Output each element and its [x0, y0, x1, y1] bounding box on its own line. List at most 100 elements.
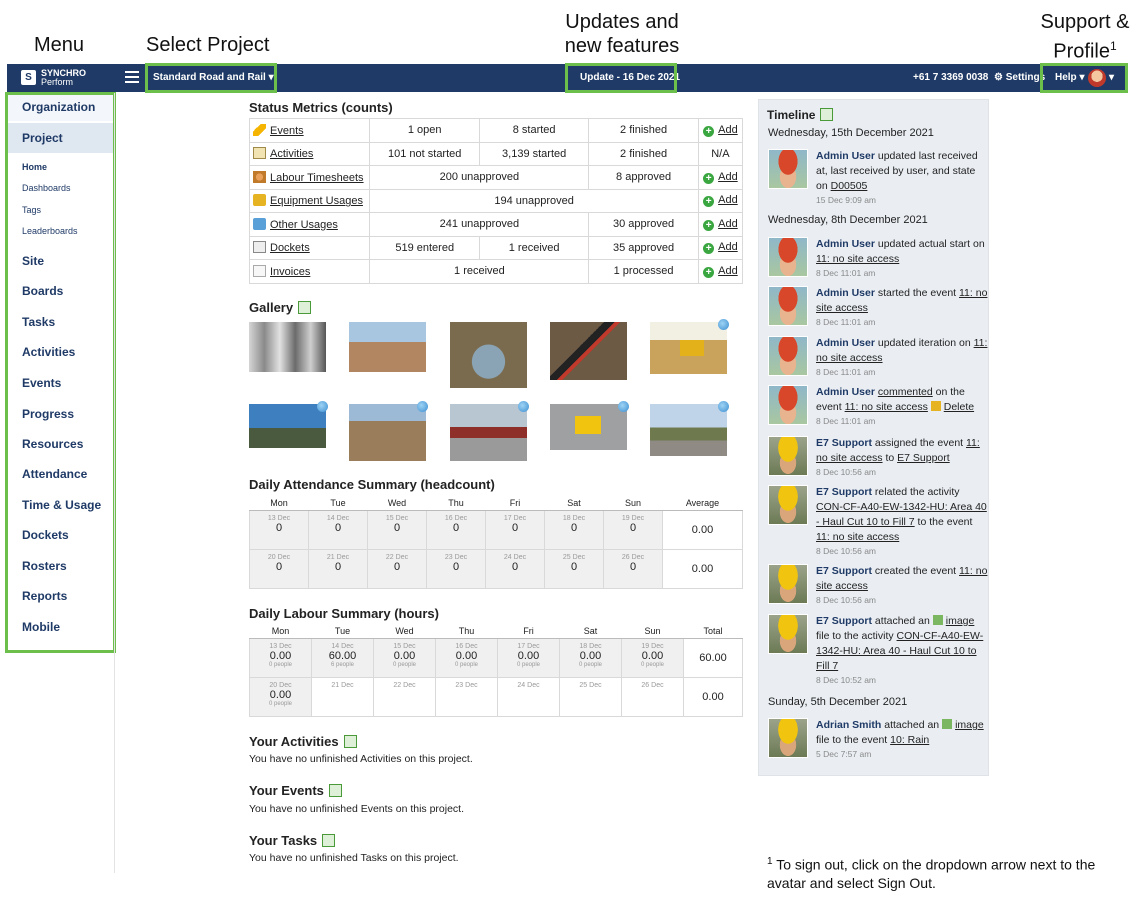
timeline-link[interactable]: image: [946, 615, 975, 627]
user-avatar[interactable]: [768, 237, 808, 277]
board-icon[interactable]: [322, 834, 336, 847]
timeline-user[interactable]: Admin User: [816, 287, 875, 299]
table-row: Events 1 open 8 started 2 finished + Add: [248, 118, 744, 143]
day-cell: 13 Dec 0: [249, 509, 309, 550]
gallery-image[interactable]: [550, 401, 629, 450]
add-cell: + Add: [697, 165, 744, 190]
gallery-image[interactable]: [650, 319, 729, 374]
user-avatar[interactable]: [768, 485, 808, 525]
people-count: 0 people: [516, 661, 541, 668]
hours-value: 60.00: [328, 649, 357, 662]
add-icon: +: [703, 125, 715, 137]
day-cell: 21 Dec: [311, 676, 374, 717]
gallery-image[interactable]: [550, 322, 627, 380]
gallery-image[interactable]: [349, 401, 428, 461]
timeline-user[interactable]: Admin User: [816, 150, 875, 162]
user-avatar[interactable]: [768, 149, 808, 189]
hours-value: 0.00: [579, 649, 602, 662]
metric-link-dockets[interactable]: Dockets: [270, 242, 310, 254]
gallery-image[interactable]: [450, 401, 529, 461]
settings-link[interactable]: ⚙ Settings: [994, 72, 1045, 83]
timeline-user[interactable]: E7 Support: [816, 437, 872, 449]
gallery-image[interactable]: [650, 401, 729, 456]
day-cell: 26 Dec 0: [603, 548, 663, 589]
timeline-link[interactable]: 11: no site access: [816, 253, 899, 265]
date-label: 23 Dec: [444, 553, 468, 561]
timeline-link[interactable]: commented: [878, 386, 933, 398]
timeline-user[interactable]: E7 Support: [816, 565, 872, 577]
callout-updates-line2: new features: [564, 35, 680, 57]
footnote-text: To sign out, click on the dropdown arrow…: [767, 856, 1096, 891]
timeline-link[interactable]: image: [955, 719, 984, 731]
user-avatar[interactable]: [768, 614, 808, 654]
add-note-icon[interactable]: [820, 108, 834, 121]
timeline-user[interactable]: Admin User: [816, 337, 875, 349]
user-avatar[interactable]: [768, 436, 808, 476]
day-cell: 22 Dec: [373, 676, 436, 717]
day-cell: 21 Dec 0: [308, 548, 368, 589]
hamburger-menu-icon[interactable]: [125, 70, 139, 84]
add-equipment-usage-button[interactable]: Add: [718, 194, 738, 206]
gallery-image[interactable]: [349, 322, 426, 372]
synchro-logo[interactable]: S SYNCHRO Perform: [21, 68, 93, 88]
metric-value: 30 approved: [588, 212, 699, 237]
add-icon: +: [703, 196, 715, 208]
your-activities-text: You have no unfinished Activities on thi…: [249, 753, 473, 765]
gear-icon: ⚙: [994, 72, 1003, 83]
timeline-link[interactable]: 10: Rain: [890, 734, 929, 746]
timeline-user[interactable]: Admin User: [816, 386, 875, 398]
date-label: 20 Dec: [267, 553, 291, 561]
user-avatar[interactable]: [768, 286, 808, 326]
headcount-value: 0: [452, 521, 460, 534]
timeline-link[interactable]: 11: no site access: [816, 531, 899, 543]
your-tasks-text: You have no unfinished Tasks on this pro…: [249, 852, 459, 864]
add-labour-timesheet-button[interactable]: Add: [718, 171, 738, 183]
gallery-image[interactable]: [450, 322, 527, 388]
date-label: 16 Dec: [455, 642, 478, 650]
date-label: 15 Dec: [385, 514, 409, 522]
metric-link-invoices[interactable]: Invoices: [270, 266, 310, 278]
metric-link-activities[interactable]: Activities: [270, 148, 313, 160]
user-avatar[interactable]: [768, 336, 808, 376]
callout-support-sup: 1: [1110, 39, 1117, 53]
timeline-user[interactable]: Adrian Smith: [816, 719, 881, 731]
metric-label-cell: Activities: [248, 141, 371, 166]
add-photo-icon[interactable]: [298, 301, 312, 314]
timeline-user[interactable]: E7 Support: [816, 486, 872, 498]
timeline-action: assigned the event: [872, 437, 966, 449]
metric-link-other-usages[interactable]: Other Usages: [270, 219, 338, 231]
user-avatar[interactable]: [768, 385, 808, 425]
user-avatar[interactable]: [768, 564, 808, 604]
timeline-action: started the event: [874, 287, 959, 299]
metric-value: 101 not started: [369, 141, 480, 166]
add-invoice-button[interactable]: Add: [718, 265, 738, 277]
gallery-image[interactable]: [249, 322, 326, 372]
timeline-link[interactable]: D00505: [831, 180, 868, 192]
timeline-link[interactable]: E7 Support: [897, 452, 950, 464]
timeline-link[interactable]: 11: no site access: [845, 401, 928, 413]
timeline-panel: Timeline Wednesday, 15th December 2021 A…: [758, 99, 989, 776]
board-icon[interactable]: [343, 735, 357, 748]
add-docket-button[interactable]: Add: [718, 241, 738, 253]
your-tasks-title: Your Tasks: [249, 833, 336, 848]
add-event-button[interactable]: Add: [718, 124, 738, 136]
timeline-user[interactable]: Admin User: [816, 238, 875, 250]
people-count: 0 people: [578, 661, 603, 668]
timeline-text: E7 Support created the event 11: no site…: [816, 564, 988, 606]
metric-link-events[interactable]: Events: [270, 125, 304, 137]
timeline-text: Admin User updated iteration on 11: no s…: [816, 336, 988, 378]
headcount-value: 0: [334, 521, 342, 534]
gallery-image[interactable]: [249, 401, 328, 448]
delete-link[interactable]: Delete: [944, 401, 974, 413]
callout-box-support: [1040, 63, 1128, 93]
board-icon[interactable]: [328, 784, 342, 797]
callout-box-updates: [565, 63, 677, 93]
add-other-usage-button[interactable]: Add: [718, 218, 738, 230]
metric-link-labour-timesheets[interactable]: Labour Timesheets: [270, 172, 364, 184]
metric-link-equipment-usages[interactable]: Equipment Usages: [270, 195, 363, 207]
timeline-action: to: [882, 452, 898, 464]
user-avatar[interactable]: [768, 718, 808, 758]
date-label: 25 Dec: [579, 681, 602, 689]
timeline-user[interactable]: E7 Support: [816, 615, 872, 627]
day-header: Sat: [559, 624, 622, 639]
